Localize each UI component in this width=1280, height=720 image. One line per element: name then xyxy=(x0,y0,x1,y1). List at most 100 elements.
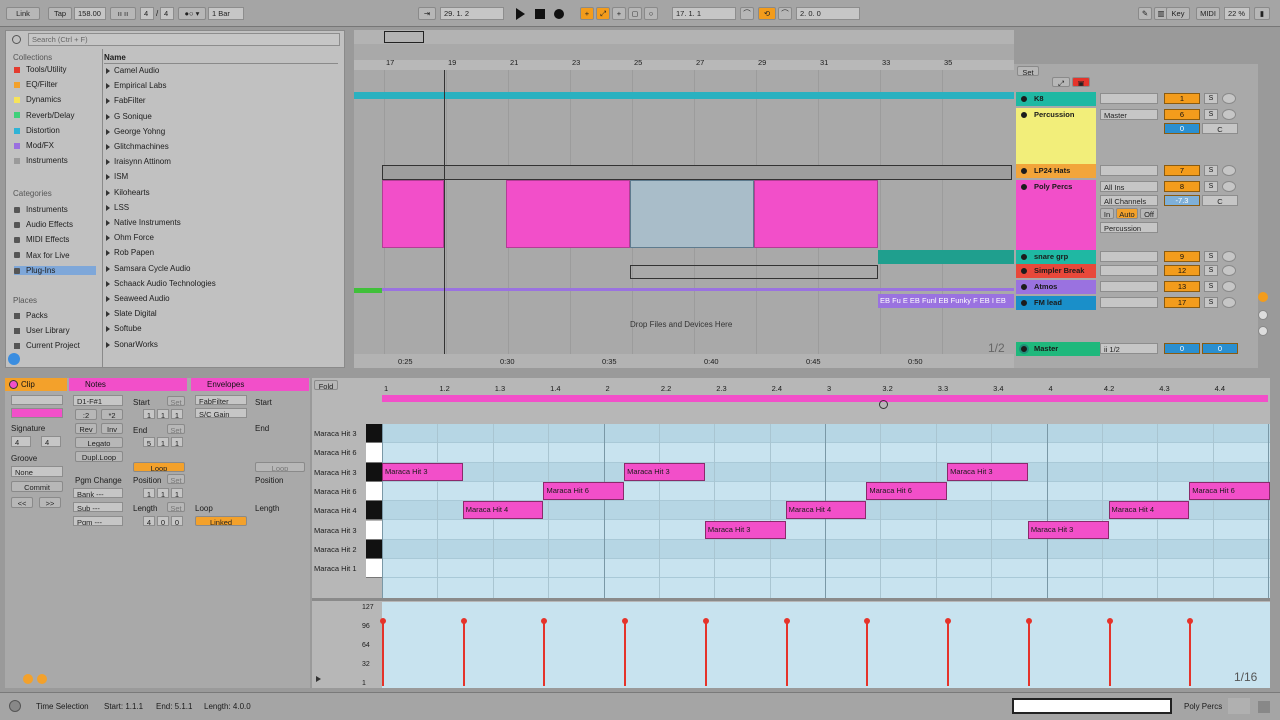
bank-field[interactable]: Bank --- xyxy=(73,488,123,498)
loop-switch-icon[interactable]: ⟲ xyxy=(758,7,776,20)
length-set-button[interactable]: Set xyxy=(167,502,185,512)
midi-map-button[interactable]: MIDI xyxy=(1196,7,1220,20)
arm-button[interactable] xyxy=(1222,165,1236,176)
folder-expand-icon[interactable] xyxy=(106,189,110,196)
fm-clip-label[interactable]: EB Funl xyxy=(910,294,937,308)
category-item[interactable]: Plug-Ins xyxy=(14,265,96,275)
loop-brace[interactable] xyxy=(382,395,1268,402)
poly-clip-3[interactable] xyxy=(754,180,878,248)
category-item[interactable]: Instruments xyxy=(14,205,68,214)
follow-icon[interactable]: ⇥ xyxy=(418,7,436,20)
track-name[interactable]: K8 xyxy=(1016,92,1096,106)
zoom-icon[interactable] xyxy=(879,400,888,409)
track-activator[interactable]: 1 xyxy=(1164,93,1200,104)
expand-lane-icon[interactable] xyxy=(316,676,321,682)
folder-expand-icon[interactable] xyxy=(106,220,110,226)
folder-item[interactable]: Softube xyxy=(114,324,142,333)
nudge-fwd-icon[interactable]: >> xyxy=(39,497,61,508)
k8-clip-lane[interactable] xyxy=(354,92,1014,99)
percussion-volume[interactable]: 0 xyxy=(1164,123,1200,134)
midi-note[interactable]: Maraca Hit 3 xyxy=(704,520,786,539)
clip-activator-icon[interactable] xyxy=(9,380,18,389)
track-io-field[interactable] xyxy=(1100,165,1158,176)
track-fold-icon[interactable] xyxy=(1019,252,1029,262)
velocity-marker[interactable] xyxy=(702,618,709,686)
invert-button[interactable]: Inv xyxy=(101,423,123,434)
overdub-icon[interactable]: + xyxy=(580,7,594,20)
stop-icon[interactable] xyxy=(535,9,545,19)
folder-item[interactable]: Empirical Labs xyxy=(114,81,166,90)
io-icon[interactable] xyxy=(1258,292,1268,302)
track-activator[interactable]: 17 xyxy=(1164,297,1200,308)
loop-length[interactable]: 2. 0. 0 xyxy=(796,7,860,20)
note-range[interactable]: D1-F#1 xyxy=(73,395,123,406)
notes-title[interactable]: Notes xyxy=(69,378,187,391)
punch-out-icon[interactable]: ⌒ xyxy=(778,7,792,20)
clip-view-icon[interactable] xyxy=(23,674,33,684)
clip-value-box[interactable]: 1 xyxy=(171,437,183,447)
track-name[interactable]: Simpler Break xyxy=(1016,264,1096,278)
clip-value-box[interactable]: 5 xyxy=(143,437,155,447)
folder-expand-icon[interactable] xyxy=(106,311,110,318)
velocity-marker[interactable] xyxy=(460,618,467,686)
midi-note[interactable]: Maraca Hit 4 xyxy=(462,501,544,520)
arm-button[interactable] xyxy=(1222,93,1236,104)
folder-expand-icon[interactable] xyxy=(106,128,110,135)
envelopes-title[interactable]: Envelopes xyxy=(191,378,309,391)
velocity-marker[interactable] xyxy=(622,618,629,686)
clip-overview[interactable] xyxy=(1012,698,1172,714)
folder-expand-icon[interactable] xyxy=(106,250,110,257)
master-volume[interactable]: 0 xyxy=(1164,343,1200,354)
half-button[interactable]: :2 xyxy=(75,409,97,420)
env-loop-button[interactable]: Loop xyxy=(255,462,305,472)
folder-expand-icon[interactable] xyxy=(106,174,110,181)
returns-icon[interactable] xyxy=(1258,310,1268,320)
collection-item[interactable]: Dynamics xyxy=(14,95,61,104)
poly-clip-selected[interactable] xyxy=(630,180,754,248)
clip-value-box[interactable]: 1 xyxy=(157,437,169,447)
song-position[interactable]: 29. 1. 2 xyxy=(440,7,504,20)
note-row[interactable] xyxy=(382,443,1270,463)
sub-field[interactable]: Sub --- xyxy=(73,502,123,512)
tap-button[interactable]: Tap xyxy=(48,7,72,20)
piano-key[interactable] xyxy=(366,481,382,502)
velocity-marker[interactable] xyxy=(864,618,871,686)
track-activator[interactable]: 13 xyxy=(1164,281,1200,292)
midi-note[interactable]: Maraca Hit 4 xyxy=(1108,501,1190,520)
category-item[interactable]: Audio Effects xyxy=(14,220,73,229)
folder-item[interactable]: FabFilter xyxy=(114,96,146,105)
clip-value-box[interactable]: 1 xyxy=(171,409,183,419)
clip-sig-den[interactable]: 4 xyxy=(41,436,61,447)
folder-expand-icon[interactable] xyxy=(106,341,110,348)
draw-mode-icon[interactable]: ✎ xyxy=(1138,7,1152,20)
poly-clip-1[interactable] xyxy=(382,180,444,248)
collection-item[interactable]: Distortion xyxy=(14,126,60,135)
folder-item[interactable]: Kilohearts xyxy=(114,188,150,197)
folder-expand-icon[interactable] xyxy=(106,98,110,105)
track-fold-icon[interactable] xyxy=(1019,110,1029,120)
track-io-field[interactable] xyxy=(1100,281,1158,292)
folder-item[interactable]: Native Instruments xyxy=(114,218,181,227)
velocity-marker[interactable] xyxy=(541,618,548,686)
folder-item[interactable]: Camel Audio xyxy=(114,66,159,75)
poly-pan[interactable]: C xyxy=(1202,195,1238,206)
note-row[interactable] xyxy=(382,462,1270,482)
end-set-button[interactable]: Set xyxy=(167,424,185,434)
nudge-buttons[interactable]: ıı ıı xyxy=(110,7,136,20)
folder-item[interactable]: Samsara Cycle Audio xyxy=(114,264,190,273)
loop-start[interactable]: 17. 1. 1 xyxy=(672,7,736,20)
search-input[interactable]: Search (Ctrl + F) xyxy=(28,33,340,46)
fm-clip-label[interactable]: EB I xyxy=(980,294,994,308)
track-fold-icon[interactable] xyxy=(1019,266,1029,276)
folder-expand-icon[interactable] xyxy=(106,204,110,211)
solo-button[interactable]: S xyxy=(1204,251,1218,262)
tempo-field[interactable]: 158.00 xyxy=(74,7,106,20)
commit-button[interactable]: Commit xyxy=(11,481,63,492)
preview-icon[interactable] xyxy=(8,353,20,365)
arm-button[interactable] xyxy=(1222,281,1236,292)
arm-button[interactable] xyxy=(1222,181,1236,192)
capture-icon[interactable]: ◻ xyxy=(628,7,642,20)
clip-value-box[interactable]: 1 xyxy=(143,488,155,498)
folder-expand-icon[interactable] xyxy=(106,144,110,150)
folder-item[interactable]: Seaweed Audio xyxy=(114,294,170,303)
